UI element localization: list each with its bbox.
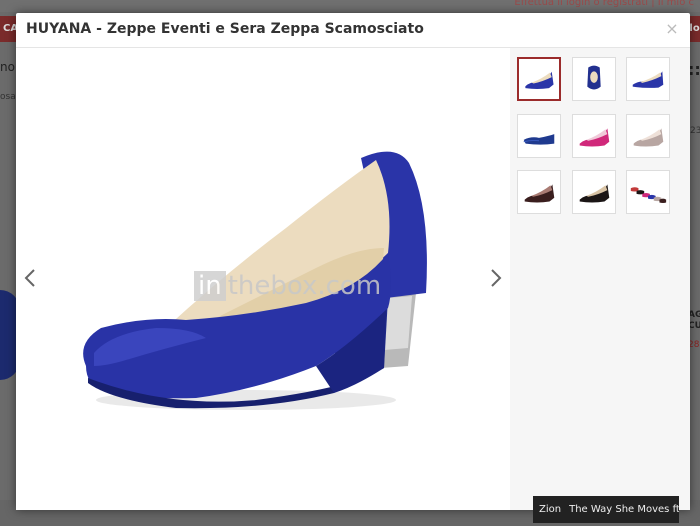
close-button[interactable]: ×: [664, 21, 680, 37]
product-gallery-modal: HUYANA - Zeppe Eventi e Sera Zeppa Scamo…: [16, 13, 690, 510]
thumbnail-7[interactable]: [517, 170, 561, 214]
modal-title: HUYANA - Zeppe Eventi e Sera Zeppa Scamo…: [26, 21, 424, 37]
thumbnail-panel: [510, 48, 690, 510]
prev-image-button[interactable]: [20, 264, 40, 292]
pink-wedge-icon: [579, 128, 610, 147]
next-image-button[interactable]: [486, 264, 506, 292]
watermark-box: in: [194, 271, 226, 301]
thumbnail-6[interactable]: [626, 114, 670, 158]
blue-wedge-side-icon: [525, 71, 554, 89]
chevron-left-icon: [24, 269, 35, 287]
track-title: The Way She Moves ft A...: [569, 504, 679, 515]
thumbnail-2[interactable]: [572, 57, 616, 101]
background-right-subtext: 23: [690, 126, 700, 136]
thumbnail-3[interactable]: [626, 57, 670, 101]
black-wedge-icon: [524, 184, 555, 203]
music-notification[interactable]: Zion The Way She Moves ft A...: [533, 496, 679, 523]
background-left-subtext: osa: [0, 92, 16, 102]
track-artist: Zion: [539, 504, 562, 515]
modal-header: HUYANA - Zeppe Eventi e Sera Zeppa Scamo…: [16, 13, 690, 48]
thumbnail-8[interactable]: [572, 170, 616, 214]
chevron-right-icon: [491, 269, 502, 287]
background-left-text: no: [0, 60, 15, 74]
watermark-text: thebox.com: [227, 271, 382, 301]
thumbnail-1[interactable]: [517, 57, 561, 101]
grey-wedge-icon: [633, 128, 664, 147]
navy-wedge-icon: [523, 134, 555, 145]
thumbnail-5[interactable]: [572, 114, 616, 158]
thumbnail-9[interactable]: [626, 170, 670, 214]
blue-wedge-side-icon: [632, 71, 664, 88]
watermark: in thebox.com: [194, 271, 381, 301]
background-account-links: Effettua il login o registrati | Il mio …: [514, 0, 694, 8]
main-image-viewer: in thebox.com: [16, 48, 510, 510]
black-wedge-icon: [579, 184, 610, 203]
color-range-icon: [630, 187, 667, 203]
thumbnail-4[interactable]: [517, 114, 561, 158]
blue-wedge-front-icon: [587, 65, 601, 90]
